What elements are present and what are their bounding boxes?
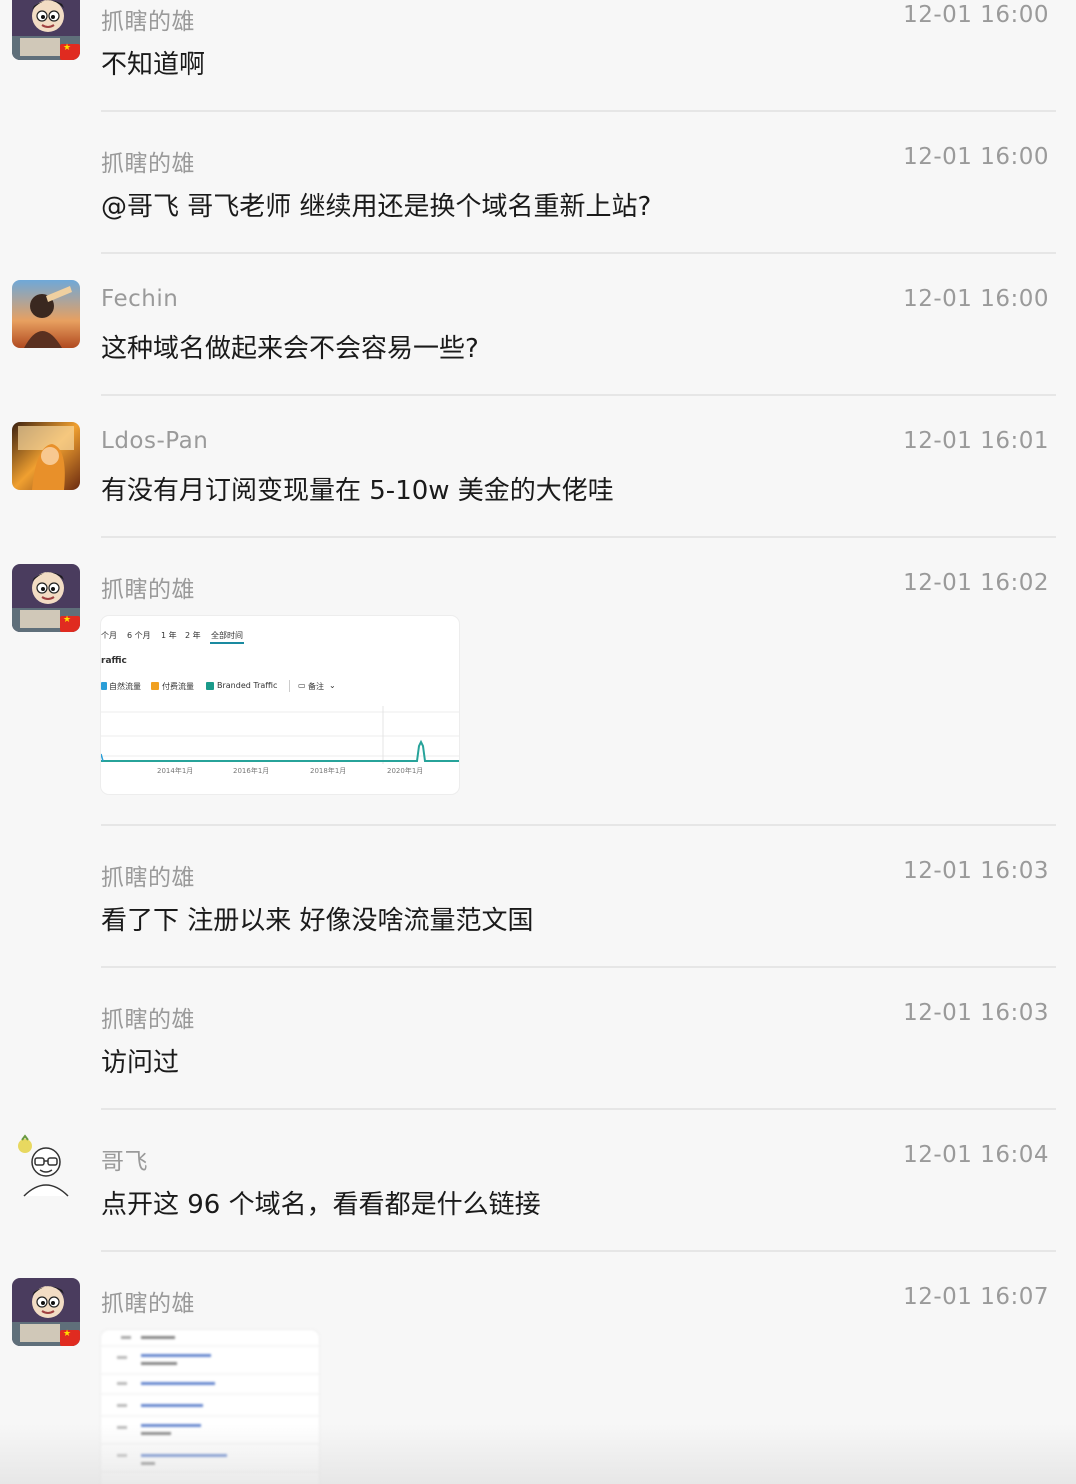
range-tab: 个月 (101, 631, 117, 640)
legend-label: 自然流量 (109, 682, 141, 691)
sender-name: 抓瞎的雄 (101, 151, 195, 177)
china-flag-icon (60, 43, 80, 60)
message-text: 这种域名做起来会不会容易一些? (101, 334, 479, 364)
range-tab: 2 年 (185, 631, 201, 640)
cartoon-boy-avatar[interactable] (12, 564, 80, 632)
x-axis-label: 2018年1月 (310, 767, 347, 775)
message-time: 12-01 16:03 (903, 858, 1049, 884)
domain-list-image[interactable] (101, 1330, 319, 1484)
legend-label: 备注 (308, 682, 324, 691)
x-axis-label: 2016年1月 (233, 767, 270, 775)
active-tab-underline (210, 642, 244, 644)
sender-name: Fechin (101, 286, 179, 312)
divider (101, 394, 1056, 396)
legend-label: 付费流量 (162, 682, 194, 691)
legend-swatch-paid (151, 682, 159, 690)
message-time: 12-01 16:00 (903, 2, 1049, 28)
china-flag-icon (60, 1329, 80, 1346)
sender-name: 抓瞎的雄 (101, 1007, 195, 1033)
chat-message-list: 抓瞎的雄 12-01 16:00 不知道啊 抓瞎的雄 12-01 16:00 @… (0, 0, 1076, 1484)
legend-separator (289, 680, 290, 692)
message-text: @哥飞 哥飞老师 继续用还是换个域名重新上站? (101, 192, 652, 222)
message-text: 访问过 (101, 1048, 180, 1078)
message-text: 看了下 注册以来 好像没啥流量范文国 (101, 906, 534, 936)
message-time: 12-01 16:07 (903, 1284, 1049, 1310)
sender-name: Ldos-Pan (101, 428, 209, 454)
message-time: 12-01 16:02 (903, 570, 1049, 596)
china-flag-icon (60, 615, 80, 632)
range-tab-active: 全部时间 (211, 631, 243, 640)
sender-name: 抓瞎的雄 (101, 1291, 195, 1317)
sender-name: 抓瞎的雄 (101, 577, 195, 603)
divider (101, 252, 1056, 254)
sender-name: 哥飞 (101, 1149, 148, 1175)
message-time: 12-01 16:04 (903, 1142, 1049, 1168)
x-axis-label: 2020年1月 (387, 767, 424, 775)
divider (101, 824, 1056, 826)
message-time: 12-01 16:00 (903, 286, 1049, 312)
cartoon-boy-avatar[interactable] (12, 1278, 80, 1346)
comment-icon: ▭ (298, 681, 306, 690)
message-time: 12-01 16:01 (903, 428, 1049, 454)
divider (101, 1108, 1056, 1110)
divider (101, 110, 1056, 112)
chart-title: raffic (101, 656, 127, 666)
message-text: 点开这 96 个域名，看看都是什么链接 (101, 1190, 541, 1220)
sender-name: 抓瞎的雄 (101, 865, 195, 891)
message-time: 12-01 16:03 (903, 1000, 1049, 1026)
sunset-portrait-avatar[interactable] (12, 280, 80, 348)
sender-name: 抓瞎的雄 (101, 9, 195, 35)
message-text: 不知道啊 (101, 50, 206, 80)
legend-swatch-organic (101, 682, 107, 690)
message-text: 有没有月订阅变现量在 5-10w 美金的大佬哇 (101, 476, 614, 506)
legend-label: Branded Traffic (217, 681, 278, 690)
cartoon-boy-avatar[interactable] (12, 0, 80, 60)
glasses-man-avatar[interactable] (12, 1134, 80, 1202)
range-tab: 6 个月 (127, 631, 151, 640)
legend-swatch-branded (206, 682, 214, 690)
range-tab: 1 年 (161, 631, 177, 640)
divider (101, 1250, 1056, 1252)
golden-hair-avatar[interactable] (12, 422, 80, 490)
domain-list-preview (101, 1336, 319, 1473)
traffic-chart-image[interactable]: 个月 6 个月 1 年 2 年 全部时间 raffic 自然流量 付费流量 Br… (101, 616, 459, 794)
divider (101, 536, 1056, 538)
message-time: 12-01 16:00 (903, 144, 1049, 170)
x-axis-label: 2014年1月 (157, 767, 194, 775)
chevron-down-icon: ⌄ (329, 681, 336, 690)
divider (101, 966, 1056, 968)
